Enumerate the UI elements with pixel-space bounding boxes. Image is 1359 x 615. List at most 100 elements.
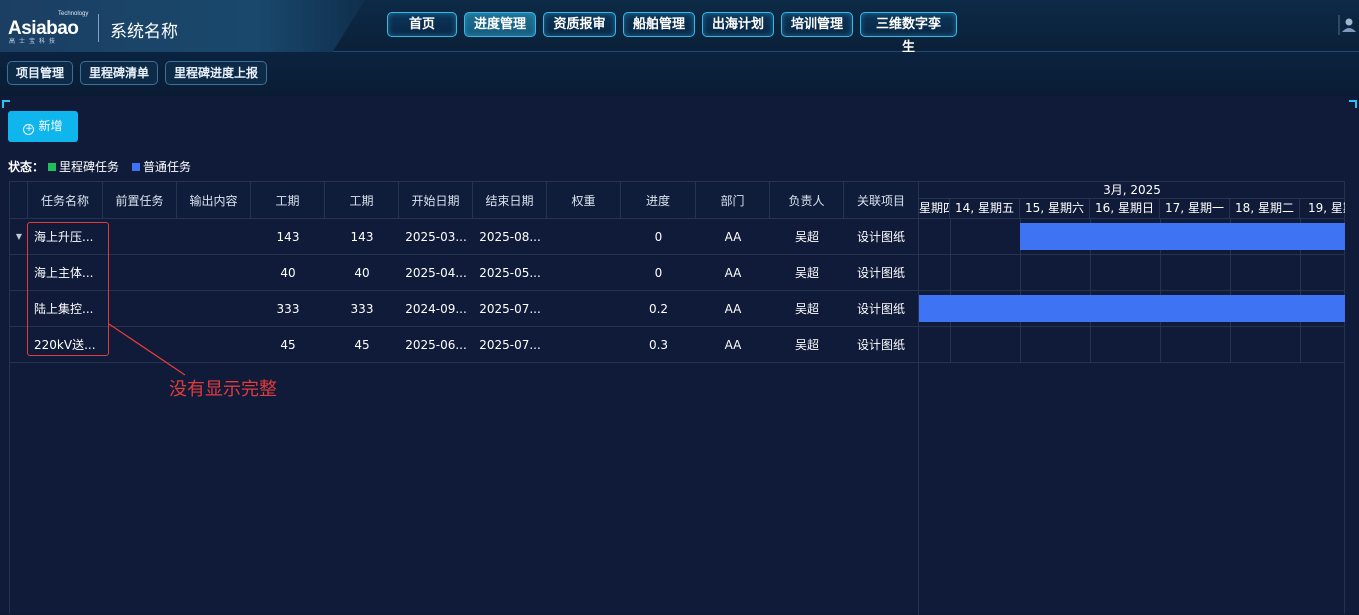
cell-project: 设计图纸 <box>856 302 905 316</box>
gantt-task-bar[interactable] <box>1020 223 1345 250</box>
cell-output <box>177 219 251 254</box>
cell-department: AA <box>724 337 742 352</box>
cell-end-date: 2025-08... <box>479 229 541 244</box>
table-header: 任务名称 前置任务 输出内容 工期 工期 开始日期 结束日期 权重 进度 部门 … <box>10 182 918 219</box>
status-legend: 状态： 里程碑任务 普通任务 <box>8 158 191 175</box>
top-header: Technology Asiabao 高士宝科技 系统名称 首页 进度管理 资质… <box>0 0 1359 56</box>
cell-start-date: 2025-04... <box>405 265 467 280</box>
nav-item-digital-twin[interactable]: 三维数字孪生 <box>860 12 957 55</box>
subtab-project-management[interactable]: 项目管理 <box>7 61 74 85</box>
caret-down-icon[interactable]: ▼ <box>16 232 22 241</box>
nav-item-vessel[interactable]: 船舶管理 <box>623 12 695 37</box>
col-header-end-date: 结束日期 <box>473 182 547 218</box>
cell-project: 设计图纸 <box>856 338 905 352</box>
table-row[interactable]: 海上主体... 40 40 2025-04... 2025-05... 0 AA… <box>10 255 918 291</box>
gantt-day: 15, 星期六 <box>1020 199 1090 218</box>
nav-item-sea-plan[interactable]: 出海计划 <box>702 12 774 37</box>
sub-nav-bar: 项目管理 里程碑清单 里程碑进度上报 <box>0 52 1359 96</box>
cell-department: AA <box>724 229 742 244</box>
subtab-milestone-list[interactable]: 里程碑清单 <box>80 61 159 85</box>
legend-item-milestone: 里程碑任务 <box>59 160 120 174</box>
annotation-text: 没有显示完整 <box>169 379 277 400</box>
legend-swatch-milestone <box>48 162 57 171</box>
cell-duration-2: 333 <box>350 301 374 316</box>
cell-predecessor <box>103 255 177 290</box>
logo-cn-text: 高士宝科技 <box>9 38 60 45</box>
cell-predecessor <box>103 291 177 326</box>
cell-output <box>177 255 251 290</box>
legend-swatch-normal <box>132 162 141 171</box>
gantt-row <box>919 327 1345 363</box>
gantt-row <box>919 219 1345 255</box>
frame-corner <box>2 100 10 108</box>
add-button[interactable]: + 新增 <box>8 111 78 142</box>
col-header-output: 输出内容 <box>177 182 251 218</box>
gantt-row <box>919 291 1345 327</box>
col-header-project: 关联项目 <box>856 193 905 208</box>
nav-item-home[interactable]: 首页 <box>387 12 457 37</box>
nav-item-progress[interactable]: 进度管理 <box>464 12 536 37</box>
logo-subtext: Technology <box>58 11 89 17</box>
col-header-predecessor: 前置任务 <box>103 182 177 218</box>
cell-start-date: 2024-09... <box>405 301 467 316</box>
system-name: 系统名称 <box>110 22 178 42</box>
table-row[interactable]: 陆上集控... 333 333 2024-09... 2025-07... 0.… <box>10 291 918 327</box>
cell-progress: 0 <box>654 265 663 280</box>
row-expander[interactable]: ▼ <box>10 219 28 254</box>
cell-end-date: 2025-05... <box>479 265 541 280</box>
col-header-duration-2: 工期 <box>325 182 399 218</box>
annotation-highlight-box <box>27 222 109 356</box>
gantt-timeline[interactable]: 3月, 2025 星期四 14, 星期五 15, 星期六 16, 星期日 17,… <box>919 182 1345 615</box>
gantt-day-header: 星期四 14, 星期五 15, 星期六 16, 星期日 17, 星期一 18, … <box>919 199 1345 219</box>
cell-owner: 吴超 <box>794 302 819 316</box>
gantt-task-bar[interactable] <box>919 295 1345 322</box>
cell-owner: 吴超 <box>794 338 819 352</box>
cell-duration-2: 143 <box>350 229 374 244</box>
subtab-milestone-report[interactable]: 里程碑进度上报 <box>165 61 268 85</box>
cell-duration: 143 <box>276 229 300 244</box>
cell-weight <box>547 219 621 254</box>
col-header-duration: 工期 <box>251 182 325 218</box>
brand-divider <box>98 14 99 42</box>
table-row[interactable]: 220kV送... 45 45 2025-06... 2025-07... 0.… <box>10 327 918 363</box>
gantt-row <box>919 255 1345 291</box>
add-button-label: 新增 <box>38 119 63 133</box>
cell-weight <box>547 291 621 326</box>
row-expander <box>10 255 28 290</box>
gantt-day: 14, 星期五 <box>950 199 1020 218</box>
row-expander <box>10 327 28 362</box>
col-header-owner: 负责人 <box>770 182 844 218</box>
cell-progress: 0.3 <box>648 337 669 352</box>
col-header-start-date: 开始日期 <box>399 182 473 218</box>
cell-department: AA <box>724 301 742 316</box>
gantt-day: 16, 星期日 <box>1090 199 1160 218</box>
gantt-month-label: 3月, 2025 <box>919 182 1345 199</box>
cell-predecessor <box>103 327 177 362</box>
nav-item-qualification[interactable]: 资质报审 <box>543 12 616 37</box>
cell-duration: 40 <box>280 265 296 280</box>
col-header-progress: 进度 <box>621 182 696 218</box>
table-row[interactable]: ▼ 海上升压... 143 143 2025-03... 2025-08... … <box>10 219 918 255</box>
task-table: 任务名称 前置任务 输出内容 工期 工期 开始日期 结束日期 权重 进度 部门 … <box>10 182 919 615</box>
cell-progress: 0 <box>654 229 663 244</box>
cell-end-date: 2025-07... <box>479 337 541 352</box>
cell-department: AA <box>724 265 742 280</box>
nav-item-training[interactable]: 培训管理 <box>781 12 853 37</box>
cell-weight <box>547 255 621 290</box>
col-header-task-name: 任务名称 <box>28 182 103 218</box>
cell-predecessor <box>103 219 177 254</box>
cell-duration: 333 <box>276 301 300 316</box>
col-header-department: 部门 <box>696 182 770 218</box>
cell-duration: 45 <box>280 337 296 352</box>
frame-corner <box>1349 100 1357 108</box>
cell-start-date: 2025-06... <box>405 337 467 352</box>
row-expander <box>10 291 28 326</box>
main-nav: 首页 进度管理 资质报审 船舶管理 出海计划 培训管理 三维数字孪生 <box>387 12 957 55</box>
user-avatar-icon[interactable] <box>1338 15 1356 35</box>
cell-output <box>177 291 251 326</box>
company-logo: Technology Asiabao 高士宝科技 <box>8 11 93 45</box>
cell-output <box>177 327 251 362</box>
cell-project: 设计图纸 <box>856 230 905 244</box>
col-header-weight: 权重 <box>547 182 621 218</box>
cell-start-date: 2025-03... <box>405 229 467 244</box>
